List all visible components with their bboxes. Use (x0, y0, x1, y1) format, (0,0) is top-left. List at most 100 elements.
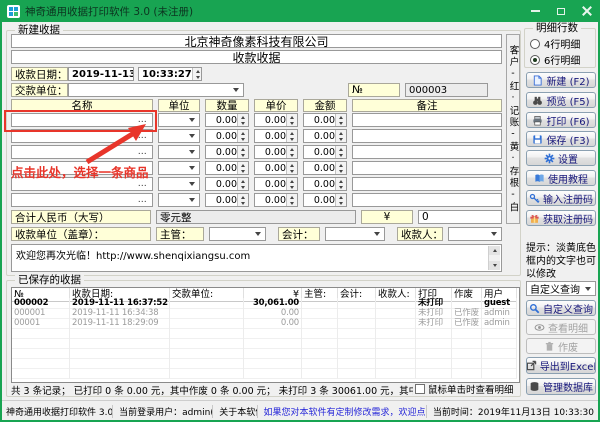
item-qty-stepper[interactable]: 0.00 (205, 145, 249, 159)
spinner-buttons[interactable] (237, 130, 248, 142)
item-note-input[interactable] (352, 129, 502, 143)
manage-database-button[interactable]: 管理数据库 (526, 378, 596, 395)
spinner-buttons[interactable] (335, 194, 346, 206)
chevron-down-icon[interactable] (371, 228, 383, 240)
item-note-input[interactable] (352, 145, 502, 159)
close-button[interactable] (574, 0, 600, 22)
item-unit-select[interactable] (158, 161, 200, 175)
item-amount-stepper[interactable]: 0.00 (303, 145, 347, 159)
welcome-note-input[interactable]: 欢迎您再次光临！http://www.shenqixiangsu.com (11, 244, 502, 272)
radio-4-lines[interactable]: 4行明细 (530, 36, 580, 51)
item-qty-stepper[interactable]: 0.00 (205, 113, 249, 127)
spinner-buttons[interactable] (286, 146, 297, 158)
item-name-input[interactable]: … (11, 193, 153, 207)
saved-receipts-table[interactable]: № 收款日期: 交款单位: ¥ 主管: 会计: 收款人: 打印 作废 用户 00… (11, 287, 520, 383)
spinner-buttons[interactable] (237, 146, 248, 158)
supervisor-select[interactable] (209, 227, 266, 241)
item-unit-select[interactable] (158, 177, 200, 191)
spinner-buttons[interactable] (335, 146, 346, 158)
chevron-down-icon[interactable] (186, 162, 198, 174)
accountant-select[interactable] (325, 227, 385, 241)
save-button[interactable]: 保存 (F3) (526, 131, 596, 147)
item-name-input[interactable]: … (11, 129, 153, 143)
item-qty-stepper[interactable]: 0.00 (205, 193, 249, 207)
chevron-down-icon[interactable] (582, 282, 594, 295)
chevron-down-icon[interactable] (186, 146, 198, 158)
item-amount-stepper[interactable]: 0.00 (303, 113, 347, 127)
minimize-button[interactable] (522, 0, 548, 22)
chevron-down-icon[interactable] (186, 194, 198, 206)
total-amount-input[interactable]: 0 (418, 210, 502, 224)
payer-select[interactable] (68, 83, 244, 97)
pick-product-button[interactable]: … (136, 131, 149, 141)
item-note-input[interactable] (352, 193, 502, 207)
chevron-down-icon[interactable] (186, 130, 198, 142)
chevron-down-icon[interactable] (186, 178, 198, 190)
chevron-down-icon[interactable] (230, 84, 242, 96)
pick-product-button[interactable]: … (136, 163, 149, 173)
company-name-input[interactable]: 北京神奇像素科技有限公司 (11, 34, 502, 48)
maximize-button[interactable] (548, 0, 574, 22)
item-amount-stepper[interactable]: 0.00 (303, 161, 347, 175)
spinner-buttons[interactable] (237, 114, 248, 126)
checkbox-icon[interactable] (415, 384, 425, 394)
item-name-input[interactable]: … (11, 145, 153, 159)
item-price-stepper[interactable]: 0.00 (254, 113, 298, 127)
time-stepper[interactable]: 10:33:27 (138, 67, 202, 81)
item-name-input[interactable]: … (11, 113, 153, 127)
settings-button[interactable]: 设置 (526, 150, 596, 166)
spinner-buttons[interactable] (237, 178, 248, 190)
item-amount-stepper[interactable]: 0.00 (303, 129, 347, 143)
radio-6-lines[interactable]: 6行明细 (530, 52, 580, 67)
radio-icon[interactable] (530, 39, 540, 49)
statusbar-contact-link[interactable]: 如果您对本软件有定制修改需求，欢迎点击这里联系我们 (258, 405, 427, 418)
radio-icon[interactable] (530, 55, 540, 65)
get-code-button[interactable]: 获取注册码 (526, 210, 596, 226)
item-name-input[interactable]: … (11, 177, 153, 191)
item-amount-stepper[interactable]: 0.00 (303, 177, 347, 191)
spinner-buttons[interactable] (286, 130, 297, 142)
item-unit-select[interactable] (158, 113, 200, 127)
spinner-buttons[interactable] (335, 162, 346, 174)
spinner-buttons[interactable] (237, 194, 248, 206)
tutorial-button[interactable]: 使用教程 (526, 170, 596, 186)
custom-query-button[interactable]: 自定义查询 (526, 300, 596, 316)
item-price-stepper[interactable]: 0.00 (254, 129, 298, 143)
spinner-buttons[interactable] (335, 130, 346, 142)
item-note-input[interactable] (352, 113, 502, 127)
chevron-down-icon[interactable] (186, 114, 198, 126)
print-button[interactable]: 打印 (F6) (526, 112, 596, 128)
chevron-down-icon[interactable] (488, 228, 500, 240)
pick-product-button[interactable]: … (136, 115, 149, 125)
doc-title-input[interactable]: 收款收据 (11, 50, 502, 64)
chevron-down-icon[interactable] (252, 228, 264, 240)
view-detail-checkbox[interactable]: 鼠标单击时查看明细 (415, 382, 514, 396)
item-price-stepper[interactable]: 0.00 (254, 145, 298, 159)
time-spinner-buttons[interactable] (192, 68, 202, 80)
statusbar-about-link[interactable]: 关于本软件 (213, 405, 257, 418)
item-price-stepper[interactable]: 0.00 (254, 193, 298, 207)
item-qty-stepper[interactable]: 0.00 (205, 129, 249, 143)
item-unit-select[interactable] (158, 145, 200, 159)
item-unit-select[interactable] (158, 193, 200, 207)
spinner-buttons[interactable] (286, 194, 297, 206)
scrollbar[interactable] (488, 246, 500, 270)
item-price-stepper[interactable]: 0.00 (254, 161, 298, 175)
preview-button[interactable]: 预览 (F5) (526, 92, 596, 108)
item-name-input[interactable]: … (11, 161, 153, 175)
export-excel-button[interactable]: 导出到Excel (526, 357, 596, 374)
payee-select[interactable] (448, 227, 502, 241)
query-type-select[interactable]: 自定义查询 (526, 281, 596, 296)
spinner-buttons[interactable] (286, 178, 297, 190)
date-picker[interactable]: 2019-11-13 (68, 67, 134, 81)
new-button[interactable]: 新建 (F2) (526, 72, 596, 88)
pick-product-button[interactable]: … (136, 179, 149, 189)
item-price-stepper[interactable]: 0.00 (254, 177, 298, 191)
item-qty-stepper[interactable]: 0.00 (205, 177, 249, 191)
enter-code-button[interactable]: 输入注册码 (526, 190, 596, 206)
spinner-buttons[interactable] (286, 162, 297, 174)
pick-product-button[interactable]: … (136, 195, 149, 205)
item-qty-stepper[interactable]: 0.00 (205, 161, 249, 175)
item-amount-stepper[interactable]: 0.00 (303, 193, 347, 207)
spinner-buttons[interactable] (286, 114, 297, 126)
